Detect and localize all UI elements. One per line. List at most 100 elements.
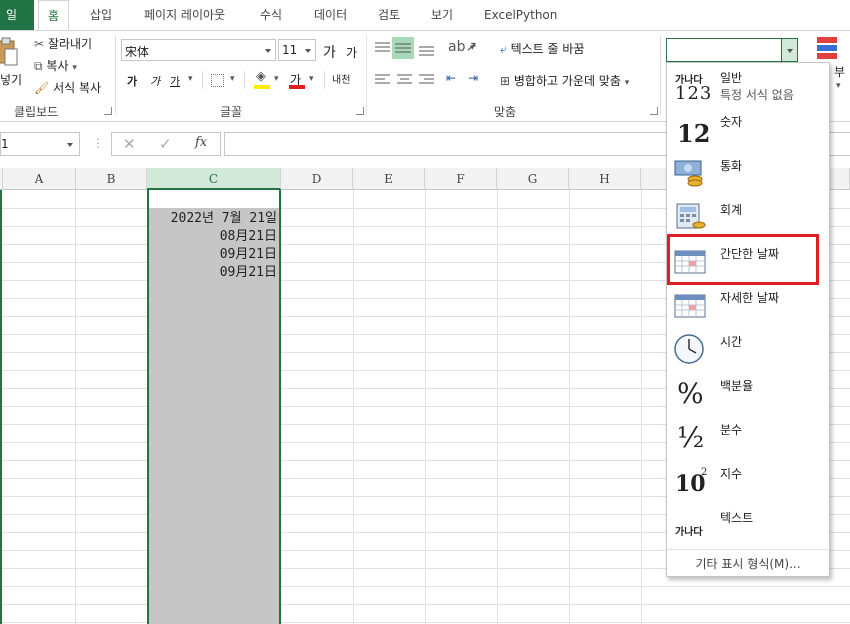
column-header-b[interactable]: B xyxy=(76,168,147,190)
menu-item-label: 통화 xyxy=(720,159,743,173)
menu-item-label: 백분율 xyxy=(720,379,754,393)
gridline xyxy=(425,190,426,624)
increase-indent-icon[interactable]: ⇥ xyxy=(468,71,478,85)
chevron-down-icon xyxy=(67,143,73,147)
enter-icon[interactable]: ✓ xyxy=(159,135,172,153)
tab-page-layout[interactable]: 페이지 레이아웃 xyxy=(144,0,225,30)
clipboard-group-label: 클립보드 xyxy=(14,105,59,119)
long-date-icon xyxy=(674,294,706,318)
decrease-font-button[interactable]: 가 xyxy=(346,44,357,61)
fraction-icon: ½ xyxy=(677,421,705,454)
chevron-down-icon[interactable]: ▾ xyxy=(836,81,841,91)
align-middle-icon xyxy=(395,43,411,53)
tab-home[interactable]: 홈 xyxy=(38,0,70,30)
menu-item-label: 시간 xyxy=(720,335,743,349)
chevron-down-icon[interactable]: ▾ xyxy=(230,74,235,84)
borders-icon[interactable] xyxy=(211,74,224,87)
cell-c5[interactable]: 09月21日 xyxy=(147,261,277,280)
align-right-icon[interactable] xyxy=(418,73,436,87)
column-header-d[interactable]: D xyxy=(281,168,353,190)
chevron-down-icon[interactable]: ▾ xyxy=(470,43,475,53)
number-format-select[interactable] xyxy=(666,38,798,62)
column-header-g[interactable]: G xyxy=(497,168,569,190)
chevron-down-icon[interactable]: ▾ xyxy=(274,74,279,84)
paste-button[interactable]: 넣기 xyxy=(0,35,30,95)
menu-item-accounting[interactable]: 회계 xyxy=(667,195,829,239)
fx-icon[interactable]: fx xyxy=(195,135,207,150)
font-color-button[interactable]: 가 xyxy=(288,69,306,91)
menu-item-general[interactable]: 가나다 123 일반 특정 서식 없음 xyxy=(667,63,829,107)
align-middle-button[interactable] xyxy=(392,37,414,59)
name-box[interactable]: 1 xyxy=(0,132,80,156)
column-header-c[interactable]: C xyxy=(147,168,281,190)
column-header-f[interactable]: F xyxy=(425,168,497,190)
align-bottom-icon[interactable] xyxy=(418,41,436,57)
italic-button[interactable]: 가 xyxy=(150,73,160,89)
fill-color-swatch xyxy=(254,85,270,89)
alignment-launcher-icon[interactable] xyxy=(650,107,658,115)
menu-item-long-date[interactable]: 자세한 날짜 xyxy=(667,283,829,327)
font-launcher-icon[interactable] xyxy=(356,107,364,115)
cell-c4[interactable]: 09月21日 xyxy=(147,243,277,262)
align-left-icon[interactable] xyxy=(374,73,392,87)
paste-label: 넣기 xyxy=(0,73,23,87)
gridline xyxy=(353,190,354,624)
column-header-a[interactable]: A xyxy=(3,168,76,190)
gridline xyxy=(75,190,76,624)
chevron-down-icon[interactable]: ▾ xyxy=(309,74,314,84)
align-top-icon[interactable] xyxy=(374,41,392,55)
tab-insert[interactable]: 삽입 xyxy=(90,0,112,30)
text-icon: 가나다 xyxy=(675,527,703,538)
scientific-icon: 10 2 xyxy=(675,467,708,497)
copy-button[interactable]: ⧉ 복사 ▾ xyxy=(34,57,77,74)
tab-review[interactable]: 검토 xyxy=(378,0,400,30)
align-center-icon[interactable] xyxy=(396,73,414,87)
currency-icon xyxy=(674,160,703,187)
general-icon: 가나다 123 xyxy=(675,75,713,104)
format-painter-button[interactable]: 🖌︎ 서식 복사 xyxy=(34,79,101,96)
column-header-h[interactable]: H xyxy=(569,168,641,190)
accounting-icon xyxy=(676,203,706,229)
paint-bucket-icon: ◈ xyxy=(256,69,266,84)
menu-item-percent[interactable]: % 백분율 xyxy=(667,371,829,415)
menu-item-text[interactable]: 가나다 텍스트 xyxy=(667,503,829,547)
cell-c2[interactable]: 2022년 7월 21일 xyxy=(147,207,277,226)
chevron-down-icon[interactable]: ▾ xyxy=(188,74,193,84)
cell-c1[interactable] xyxy=(149,190,279,208)
menu-item-scientific[interactable]: 10 2 지수 xyxy=(667,459,829,503)
tab-excelpython[interactable]: ExcelPython xyxy=(484,0,557,30)
underline-button[interactable]: 가 xyxy=(170,73,180,89)
cell-c3[interactable]: 08月21日 xyxy=(147,225,277,244)
menu-item-time[interactable]: 시간 xyxy=(667,327,829,371)
fill-color-button[interactable]: ◈ xyxy=(253,69,273,91)
menu-item-currency[interactable]: 통화 xyxy=(667,151,829,195)
conditional-format-icon[interactable] xyxy=(815,35,843,65)
tab-view[interactable]: 보기 xyxy=(431,0,453,30)
cut-label: 잘라내기 xyxy=(47,37,93,51)
menu-item-fraction[interactable]: ½ 분수 xyxy=(667,415,829,459)
column-header-e[interactable]: E xyxy=(353,168,425,190)
chevron-down-icon xyxy=(787,49,793,53)
menu-item-label: 자세한 날짜 xyxy=(720,291,780,305)
wrap-text-button[interactable]: ⤶ 텍스트 줄 바꿈 xyxy=(500,40,584,57)
tab-formulas[interactable]: 수식 xyxy=(260,0,282,30)
cancel-icon[interactable]: ✕ xyxy=(123,135,136,153)
clipboard-launcher-icon[interactable] xyxy=(104,107,112,115)
chevron-down-icon: ▾ xyxy=(624,78,630,88)
number-format-dropdown-button[interactable] xyxy=(781,39,797,61)
bold-button[interactable]: 가 xyxy=(127,73,137,89)
font-size-select[interactable]: 11 xyxy=(278,39,316,61)
cut-button[interactable]: ✂ 잘라내기 xyxy=(34,35,92,52)
tab-data[interactable]: 데이터 xyxy=(314,0,347,30)
increase-font-button[interactable]: 가 xyxy=(323,42,336,62)
menu-item-number[interactable]: 12 숫자 xyxy=(667,107,829,151)
merge-center-button[interactable]: ⊞ 병합하고 가운데 맞춤 ▾ xyxy=(500,72,629,89)
divider xyxy=(324,71,325,89)
name-box-value: 1 xyxy=(1,137,9,151)
tab-file[interactable]: 일 xyxy=(0,0,34,30)
phonetic-button[interactable]: 내천 xyxy=(332,71,350,86)
more-number-formats-link[interactable]: 기타 표시 형식(M)... xyxy=(667,549,829,577)
menu-item-label: 숫자 xyxy=(720,115,743,129)
decrease-indent-icon[interactable]: ⇤ xyxy=(446,71,456,85)
font-name-select[interactable]: 宋体 xyxy=(121,39,276,61)
